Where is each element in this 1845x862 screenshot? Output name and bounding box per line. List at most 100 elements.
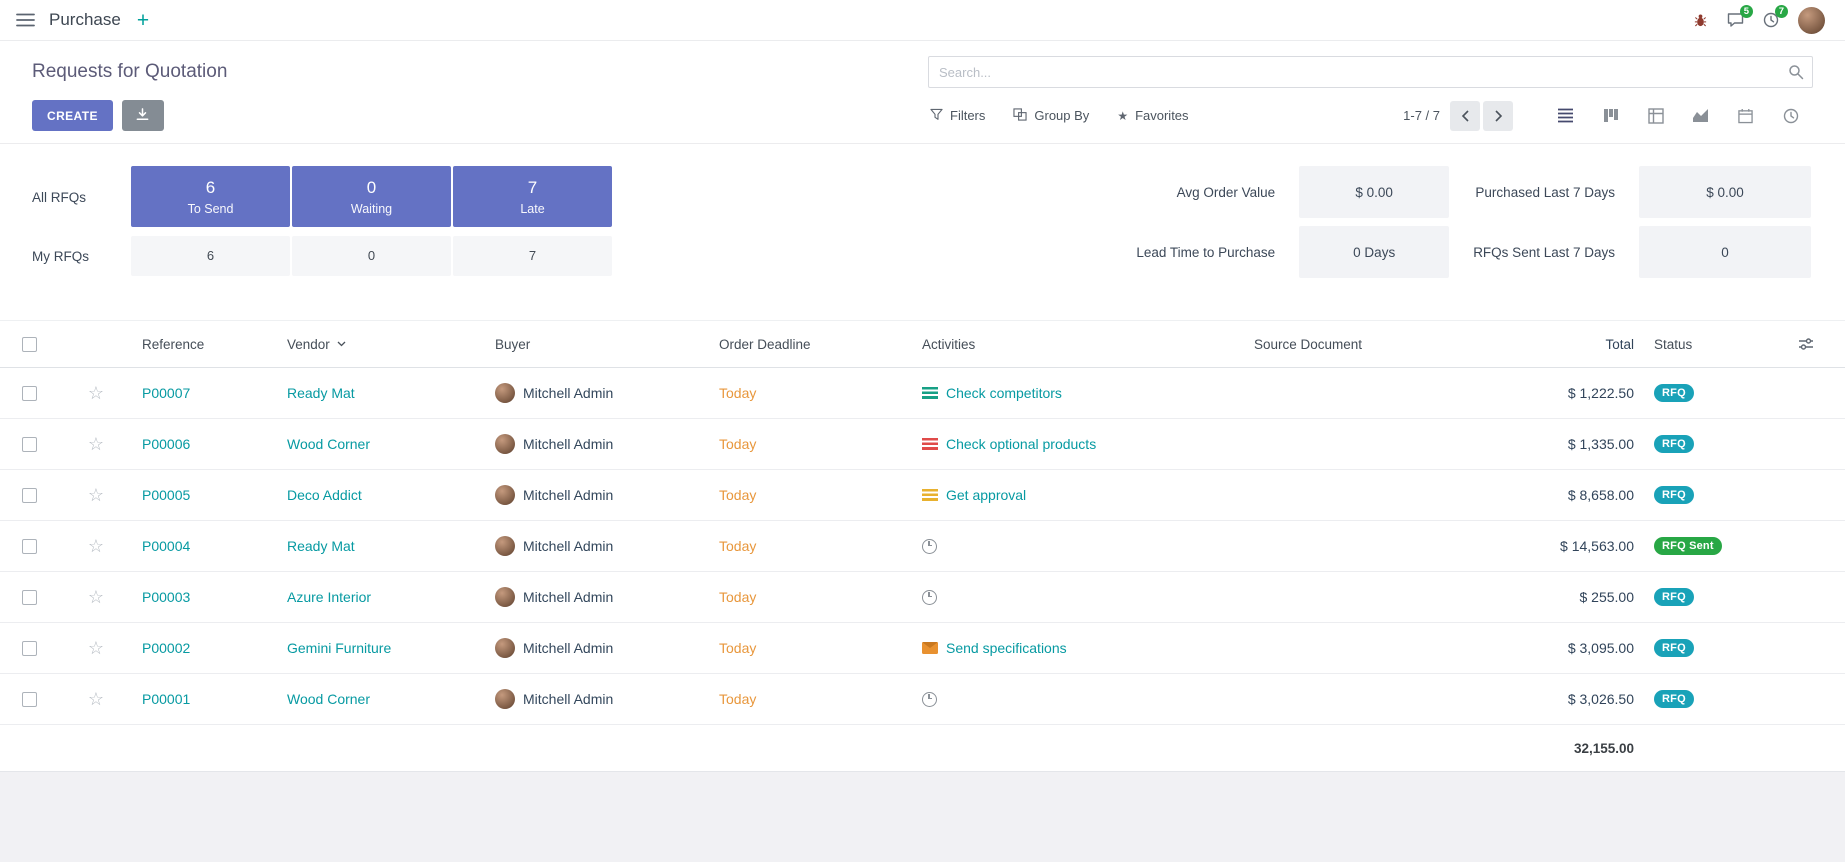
group-by-menu-button[interactable]: Group By <box>1013 108 1089 124</box>
header-source-document[interactable]: Source Document <box>1246 321 1536 367</box>
select-all-checkbox[interactable] <box>22 337 37 352</box>
source-document-cell <box>1246 674 1536 724</box>
buyer-name: Mitchell Admin <box>523 436 613 452</box>
activity-report-icon[interactable] <box>922 387 938 399</box>
vendor-link[interactable]: Deco Addict <box>287 487 362 503</box>
table-row[interactable]: ☆ P00003 Azure Interior Mitchell Admin T… <box>0 572 1845 623</box>
table-row[interactable]: ☆ P00006 Wood Corner Mitchell Admin Toda… <box>0 419 1845 470</box>
header-status[interactable]: Status <box>1646 321 1766 367</box>
reference-link[interactable]: P00001 <box>142 691 190 707</box>
table-row[interactable]: ☆ P00002 Gemini Furniture Mitchell Admin… <box>0 623 1845 674</box>
source-document-cell <box>1246 572 1536 622</box>
create-button[interactable]: CREATE <box>32 100 113 131</box>
vendor-link[interactable]: Ready Mat <box>287 385 355 401</box>
reference-link[interactable]: P00004 <box>142 538 190 554</box>
status-badge: RFQ Sent <box>1654 537 1722 556</box>
row-total: $ 3,095.00 <box>1536 623 1646 673</box>
card-waiting[interactable]: 0 Waiting <box>292 166 451 227</box>
status-badge: RFQ <box>1654 588 1694 607</box>
activity-link[interactable]: Get approval <box>946 487 1026 503</box>
card-late[interactable]: 7 Late <box>453 166 612 227</box>
view-kanban-button[interactable] <box>1588 100 1633 131</box>
reference-link[interactable]: P00002 <box>142 640 190 656</box>
vendor-link[interactable]: Azure Interior <box>287 589 371 605</box>
activity-link[interactable]: Send specifications <box>946 640 1067 656</box>
table-row[interactable]: ☆ P00001 Wood Corner Mitchell Admin Toda… <box>0 674 1845 725</box>
my-to-send-count[interactable]: 6 <box>131 236 290 276</box>
messages-icon[interactable]: 5 <box>1727 12 1744 28</box>
vendor-link[interactable]: Wood Corner <box>287 691 370 707</box>
row-checkbox[interactable] <box>22 641 37 656</box>
activities-icon[interactable]: 7 <box>1763 12 1779 28</box>
favorite-star-icon[interactable]: ☆ <box>88 537 104 555</box>
favorite-star-icon[interactable]: ☆ <box>88 384 104 402</box>
row-checkbox[interactable] <box>22 692 37 707</box>
header-order-deadline[interactable]: Order Deadline <box>711 321 914 367</box>
header-buyer[interactable]: Buyer <box>487 321 711 367</box>
status-badge: RFQ <box>1654 486 1694 505</box>
activity-clock-icon[interactable] <box>922 539 937 554</box>
favorite-star-icon[interactable]: ☆ <box>88 486 104 504</box>
row-checkbox[interactable] <box>22 488 37 503</box>
apps-menu-icon[interactable] <box>16 13 35 27</box>
favorite-star-icon[interactable]: ☆ <box>88 690 104 708</box>
table-row[interactable]: ☆ P00005 Deco Addict Mitchell Admin Toda… <box>0 470 1845 521</box>
filter-icon <box>930 108 943 124</box>
pager-previous-button[interactable] <box>1450 101 1480 131</box>
filters-label: Filters <box>950 108 985 123</box>
favorite-star-icon[interactable]: ☆ <box>88 639 104 657</box>
export-button[interactable] <box>122 100 164 131</box>
vendor-link[interactable]: Ready Mat <box>287 538 355 554</box>
header-reference[interactable]: Reference <box>134 321 279 367</box>
group-by-icon <box>1013 108 1027 124</box>
favorites-menu-button[interactable]: ★ Favorites <box>1117 108 1188 123</box>
pager-previous-icon <box>1461 110 1470 122</box>
activity-clock-icon[interactable] <box>922 590 937 605</box>
header-total[interactable]: Total <box>1536 321 1646 367</box>
page-title: Requests for Quotation <box>32 61 227 83</box>
reference-link[interactable]: P00006 <box>142 436 190 452</box>
view-list-button[interactable] <box>1543 100 1588 131</box>
reference-link[interactable]: P00005 <box>142 487 190 503</box>
sort-chevron-icon <box>337 341 346 347</box>
bug-icon[interactable] <box>1693 13 1708 28</box>
activity-link[interactable]: Check optional products <box>946 436 1096 452</box>
table-row[interactable]: ☆ P00004 Ready Mat Mitchell Admin Today … <box>0 521 1845 572</box>
activity-report-icon[interactable] <box>922 438 938 450</box>
table-row[interactable]: ☆ P00007 Ready Mat Mitchell Admin Today … <box>0 368 1845 419</box>
view-activity-button[interactable] <box>1768 100 1813 131</box>
pager-next-button[interactable] <box>1483 101 1513 131</box>
activity-report-icon[interactable] <box>922 489 938 501</box>
filters-menu-button[interactable]: Filters <box>930 108 985 124</box>
activity-envelope-icon[interactable] <box>922 642 938 654</box>
header-vendor[interactable]: Vendor <box>279 321 487 367</box>
rfqs-sent-last-7-days-label: RFQs Sent Last 7 Days <box>1473 226 1615 278</box>
reference-link[interactable]: P00007 <box>142 385 190 401</box>
favorite-star-icon[interactable]: ☆ <box>88 588 104 606</box>
row-checkbox[interactable] <box>22 386 37 401</box>
activity-link[interactable]: Check competitors <box>946 385 1062 401</box>
row-checkbox[interactable] <box>22 437 37 452</box>
app-name-menu[interactable]: Purchase <box>49 10 121 30</box>
view-pivot-button[interactable] <box>1633 100 1678 131</box>
view-calendar-button[interactable] <box>1723 100 1768 131</box>
activity-clock-icon[interactable] <box>922 692 937 707</box>
my-waiting-count[interactable]: 0 <box>292 236 451 276</box>
row-total: $ 14,563.00 <box>1536 521 1646 571</box>
reference-link[interactable]: P00003 <box>142 589 190 605</box>
card-to-send[interactable]: 6 To Send <box>131 166 290 227</box>
search-input[interactable] <box>928 56 1813 88</box>
my-late-count[interactable]: 7 <box>453 236 612 276</box>
row-checkbox[interactable] <box>22 539 37 554</box>
header-activities[interactable]: Activities <box>914 321 1246 367</box>
pager: 1-7 / 7 <box>1403 101 1513 131</box>
favorite-star-icon[interactable]: ☆ <box>88 435 104 453</box>
vendor-link[interactable]: Wood Corner <box>287 436 370 452</box>
row-checkbox[interactable] <box>22 590 37 605</box>
user-avatar[interactable] <box>1798 7 1825 34</box>
vendor-link[interactable]: Gemini Furniture <box>287 640 391 656</box>
optional-columns-toggle[interactable] <box>1766 321 1845 367</box>
view-graph-button[interactable] <box>1678 100 1723 131</box>
priority-column-header <box>58 321 134 367</box>
new-tab-icon[interactable]: + <box>135 10 151 31</box>
